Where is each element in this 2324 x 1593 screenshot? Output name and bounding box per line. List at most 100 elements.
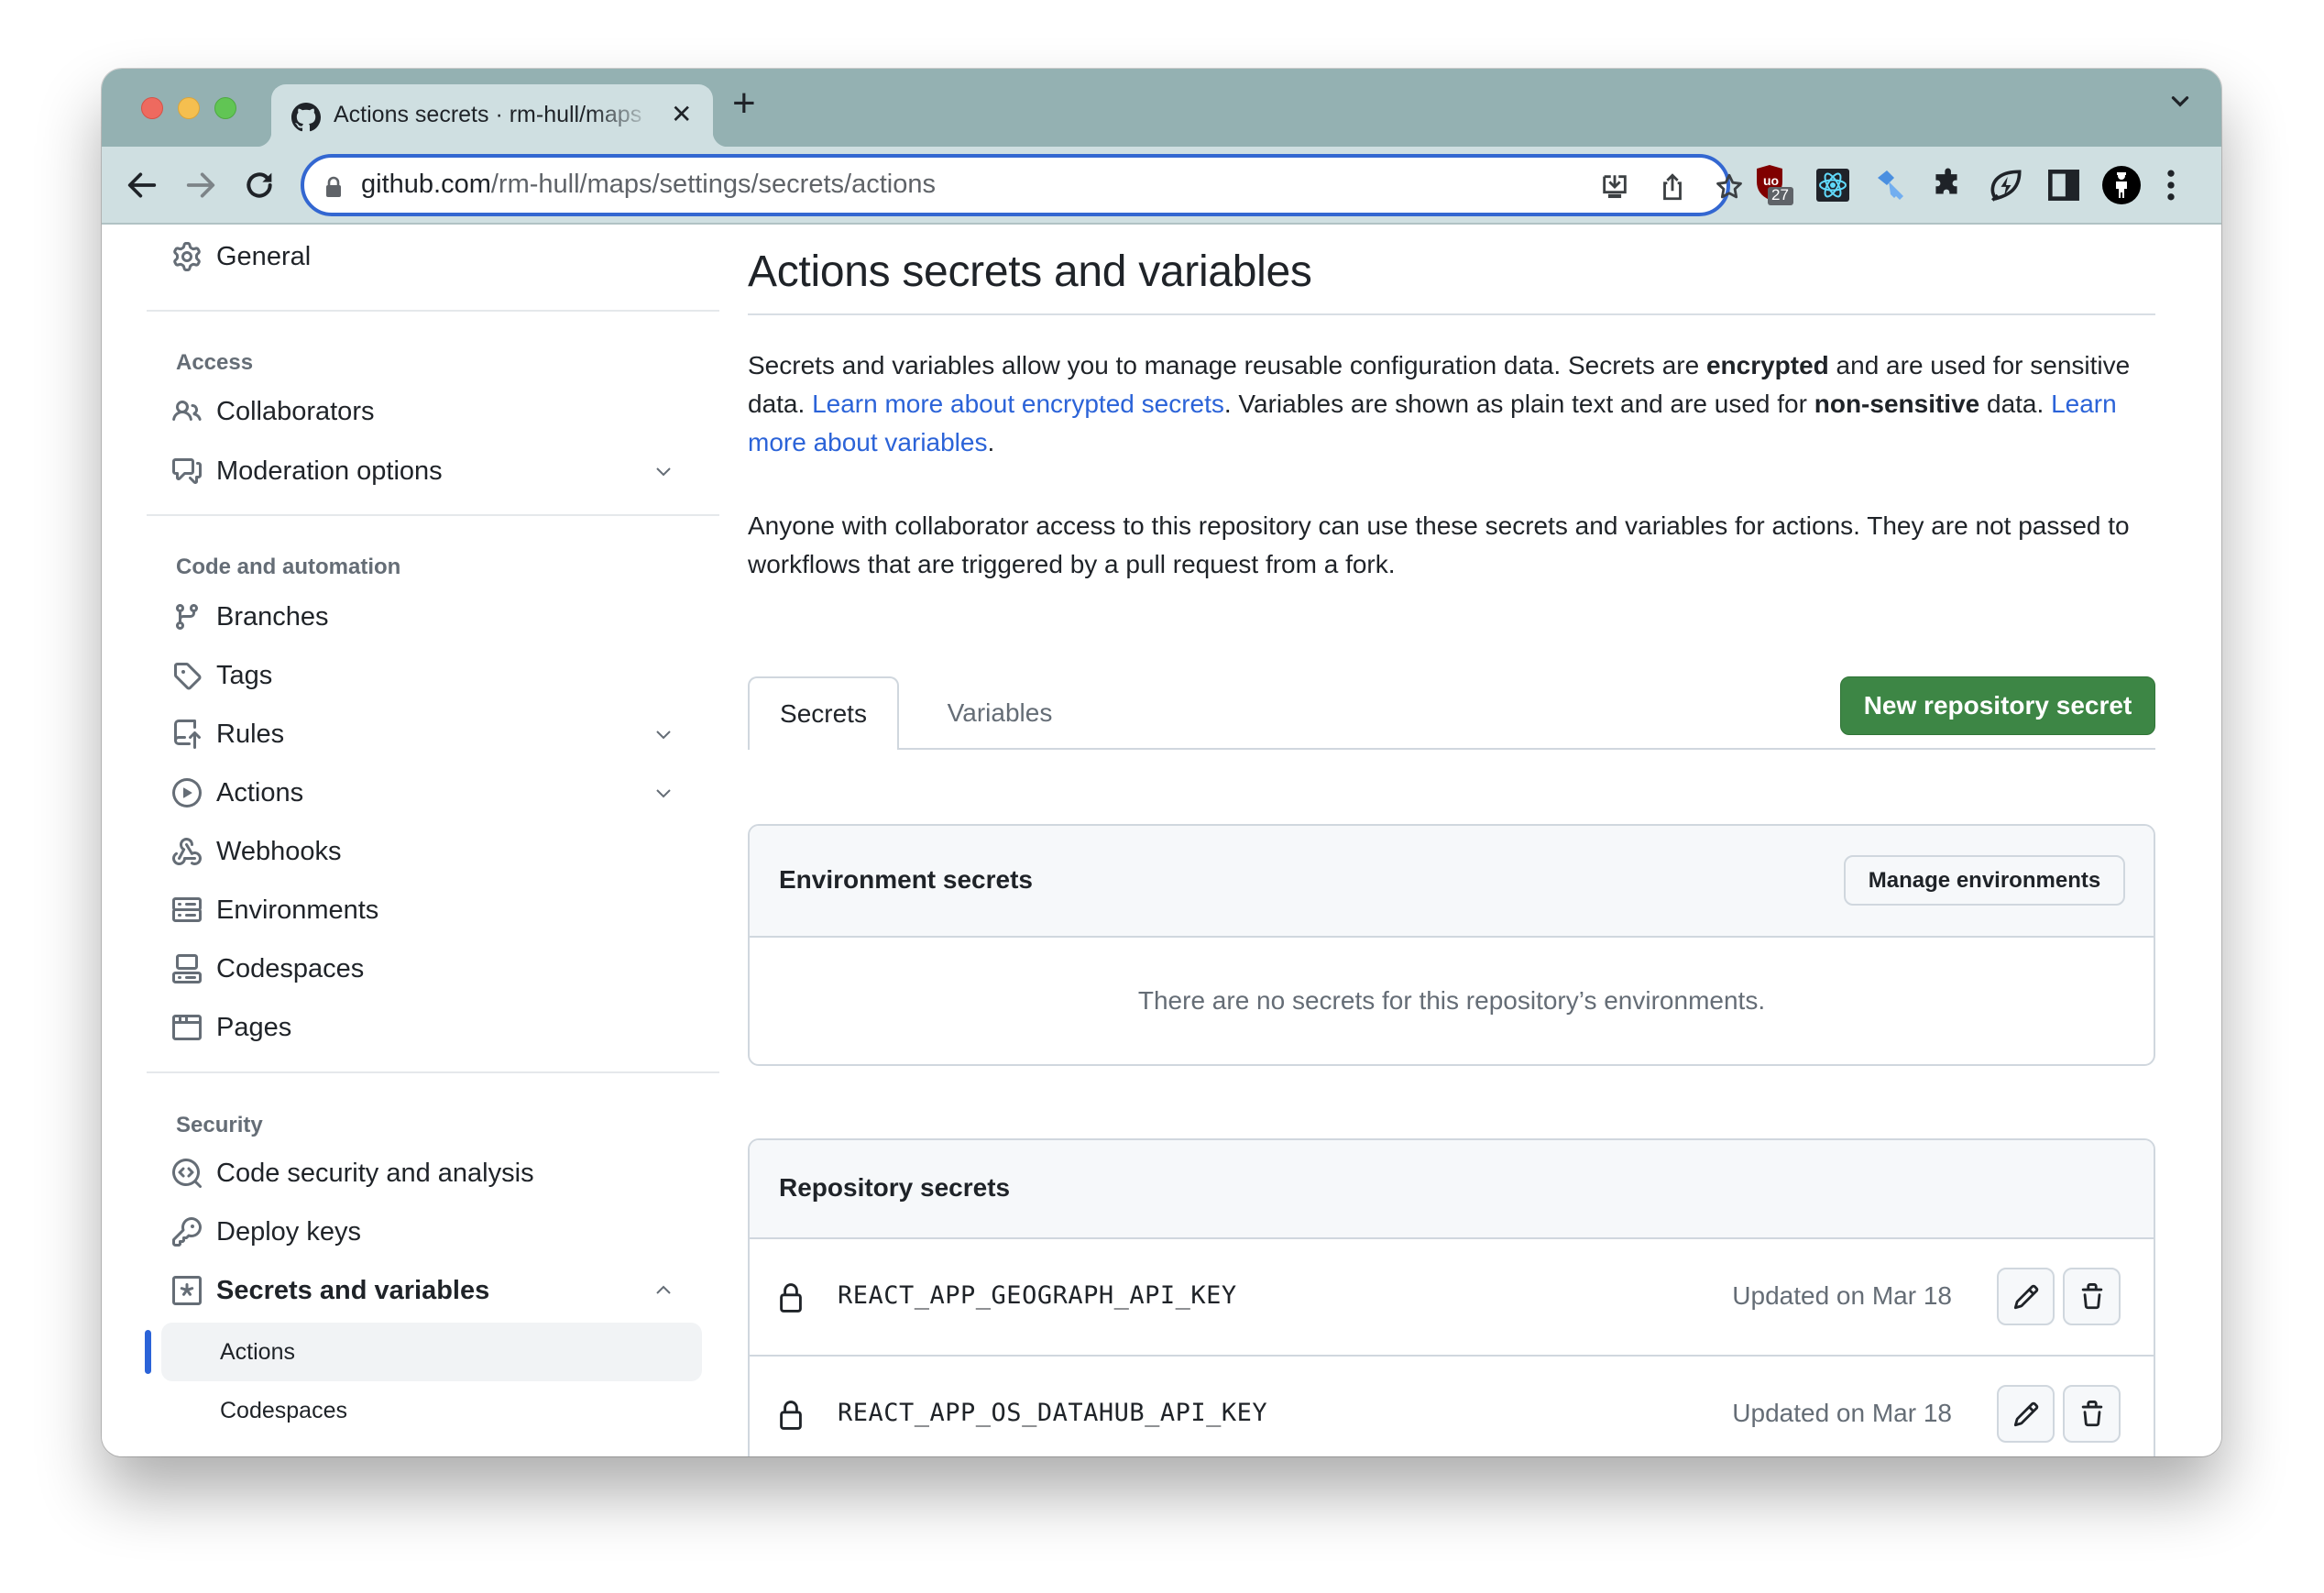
sidebar-item-secrets-and-variables[interactable]: Secrets and variables xyxy=(161,1265,702,1316)
environment-secrets-box: Environment secrets Manage environments … xyxy=(748,824,2155,1066)
sidebar-item-label: Tags xyxy=(216,660,273,690)
sidebar-item-label: Deploy keys xyxy=(216,1216,361,1247)
sidebar-subitem-codespaces[interactable]: Codespaces xyxy=(161,1381,702,1440)
tab-strip: Actions secrets · rm-hull/maps ✕ + xyxy=(102,69,2221,147)
sidebar-item-rules[interactable]: Rules xyxy=(161,709,702,760)
sidebar-item-deploy-keys[interactable]: Deploy keys xyxy=(161,1206,702,1258)
sidebar-item-webhooks[interactable]: Webhooks xyxy=(161,826,702,877)
browser-window: Actions secrets · rm-hull/maps ✕ + githu… xyxy=(102,69,2221,1456)
environment-secrets-header: Environment secrets Manage environments xyxy=(750,826,2154,938)
intro-text: data. xyxy=(1979,390,2052,418)
sidebar-item-label: Actions xyxy=(220,1338,295,1365)
secret-row: REACT_APP_OS_DATAHUB_API_KEY Updated on … xyxy=(750,1357,2154,1456)
sidebar-item-label: Code security and analysis xyxy=(216,1158,534,1188)
address-bar[interactable]: github.com/rm-hull/maps/settings/secrets… xyxy=(301,154,1742,216)
sidebar-divider xyxy=(147,1071,719,1073)
sidebar-item-label: Branches xyxy=(216,601,329,632)
delete-secret-button[interactable] xyxy=(2063,1385,2121,1443)
sidebar-heading-access: Access xyxy=(176,350,254,375)
empty-state-message: There are no secrets for this repository… xyxy=(1137,986,1766,1015)
sidebar-item-label: Actions xyxy=(216,777,304,807)
chevron-down-icon[interactable] xyxy=(2168,89,2192,113)
zoom-window-button[interactable] xyxy=(214,97,236,119)
extensions-puzzle-icon[interactable] xyxy=(1928,165,1968,205)
chevron-down-icon[interactable] xyxy=(652,782,674,804)
close-icon[interactable]: ✕ xyxy=(671,100,692,129)
webhook-icon xyxy=(172,837,202,865)
sidebar-item-label: Secrets and variables xyxy=(216,1275,490,1305)
secret-row: REACT_APP_GEOGRAPH_API_KEY Updated on Ma… xyxy=(750,1239,2154,1357)
sidebar-item-code-security[interactable]: Code security and analysis xyxy=(161,1148,702,1199)
edit-secret-button[interactable] xyxy=(1997,1385,2055,1443)
gear-icon xyxy=(173,242,201,271)
delete-secret-button[interactable] xyxy=(2063,1268,2121,1325)
close-window-button[interactable] xyxy=(141,97,163,119)
url-text[interactable]: github.com/rm-hull/maps/settings/secrets… xyxy=(361,170,936,200)
tag-icon xyxy=(174,663,202,690)
ublock-origin-icon[interactable]: uo 27 xyxy=(1753,165,1793,205)
sidebar-divider xyxy=(147,514,719,516)
url-host: github.com xyxy=(361,170,491,199)
pencil-icon xyxy=(2013,1401,2038,1426)
plus-icon[interactable]: + xyxy=(732,83,756,124)
kebab-menu-icon[interactable] xyxy=(2151,165,2191,205)
sidebar-item-tags[interactable]: Tags xyxy=(161,650,702,701)
sidebar-heading-code-automation: Code and automation xyxy=(176,555,401,579)
secret-updated: Updated on Mar 18 xyxy=(1732,1281,1952,1310)
sidebar-item-branches[interactable]: Branches xyxy=(161,591,702,643)
edit-secret-button[interactable] xyxy=(1997,1268,2055,1325)
chevron-up-icon[interactable] xyxy=(652,1280,674,1302)
sidebar-item-collaborators[interactable]: Collaborators xyxy=(161,386,702,437)
comment-discussion-icon xyxy=(172,458,202,484)
trash-icon xyxy=(2081,1282,2102,1309)
chevron-down-icon[interactable] xyxy=(652,723,674,745)
manage-environments-button[interactable]: Manage environments xyxy=(1844,855,2125,906)
sidebar-heading-security: Security xyxy=(176,1113,263,1137)
repository-secrets-box: Repository secrets REACT_APP_GEOGRAPH_AP… xyxy=(748,1138,2155,1456)
sidebar-item-general[interactable]: General xyxy=(161,231,702,282)
install-app-icon[interactable] xyxy=(1599,171,1630,203)
browser-icon xyxy=(172,1015,202,1040)
leaf-bolt-extension-icon[interactable] xyxy=(1986,165,2026,205)
chevron-down-icon[interactable] xyxy=(652,460,674,482)
minimize-window-button[interactable] xyxy=(178,97,200,119)
play-icon xyxy=(172,778,202,807)
intro-text: Secrets and variables allow you to manag… xyxy=(748,351,1706,379)
learn-more-secrets-link[interactable]: Learn more about encrypted secrets xyxy=(812,390,1224,418)
sidebar-item-codespaces[interactable]: Codespaces xyxy=(161,943,702,994)
new-repository-secret-button[interactable]: New repository secret xyxy=(1840,676,2155,735)
react-devtools-icon[interactable] xyxy=(1813,165,1853,205)
sidebar-item-environments[interactable]: Environments xyxy=(161,884,702,936)
sidebar-item-pages[interactable]: Pages xyxy=(161,1002,702,1053)
tab-secrets[interactable]: Secrets xyxy=(748,676,899,750)
sidebar-item-actions[interactable]: Actions xyxy=(161,767,702,818)
pencil-icon xyxy=(2013,1284,2038,1309)
intro-emphasis: encrypted xyxy=(1705,351,1829,379)
people-icon xyxy=(172,400,202,422)
back-arrow-icon[interactable] xyxy=(124,167,160,203)
tab-variables[interactable]: Variables xyxy=(913,676,1087,750)
lock-icon xyxy=(780,1401,802,1430)
bookmark-star-icon[interactable] xyxy=(1714,171,1745,203)
secret-name: REACT_APP_GEOGRAPH_API_KEY xyxy=(838,1281,1237,1310)
lock-icon[interactable] xyxy=(324,176,343,198)
share-icon[interactable] xyxy=(1657,171,1688,203)
key-extension-icon[interactable] xyxy=(1870,165,1911,205)
profile-avatar[interactable] xyxy=(2101,165,2142,205)
sidebar-item-label: Moderation options xyxy=(216,456,443,486)
sidebar-item-label: Collaborators xyxy=(216,396,375,426)
browser-toolbar: github.com/rm-hull/maps/settings/secrets… xyxy=(102,147,2221,225)
repository-secrets-header: Repository secrets xyxy=(750,1140,2154,1239)
repo-push-icon xyxy=(174,720,201,749)
side-panel-icon[interactable] xyxy=(2044,165,2084,205)
environment-secrets-title: Environment secrets xyxy=(779,865,1033,894)
sidebar-item-moderation-options[interactable]: Moderation options xyxy=(161,445,702,497)
reload-icon[interactable] xyxy=(241,167,278,203)
forward-arrow-icon[interactable] xyxy=(182,167,219,203)
intro-paragraph: Secrets and variables allow you to manag… xyxy=(748,346,2150,462)
url-path: /rm-hull/maps/settings/secrets/actions xyxy=(490,170,936,199)
sidebar-item-label: General xyxy=(216,241,312,271)
sidebar-subitem-actions[interactable]: Actions xyxy=(161,1323,702,1381)
page-title: Actions secrets and variables xyxy=(748,247,1312,296)
browser-tab-active[interactable]: Actions secrets · rm-hull/maps ✕ xyxy=(257,84,728,147)
